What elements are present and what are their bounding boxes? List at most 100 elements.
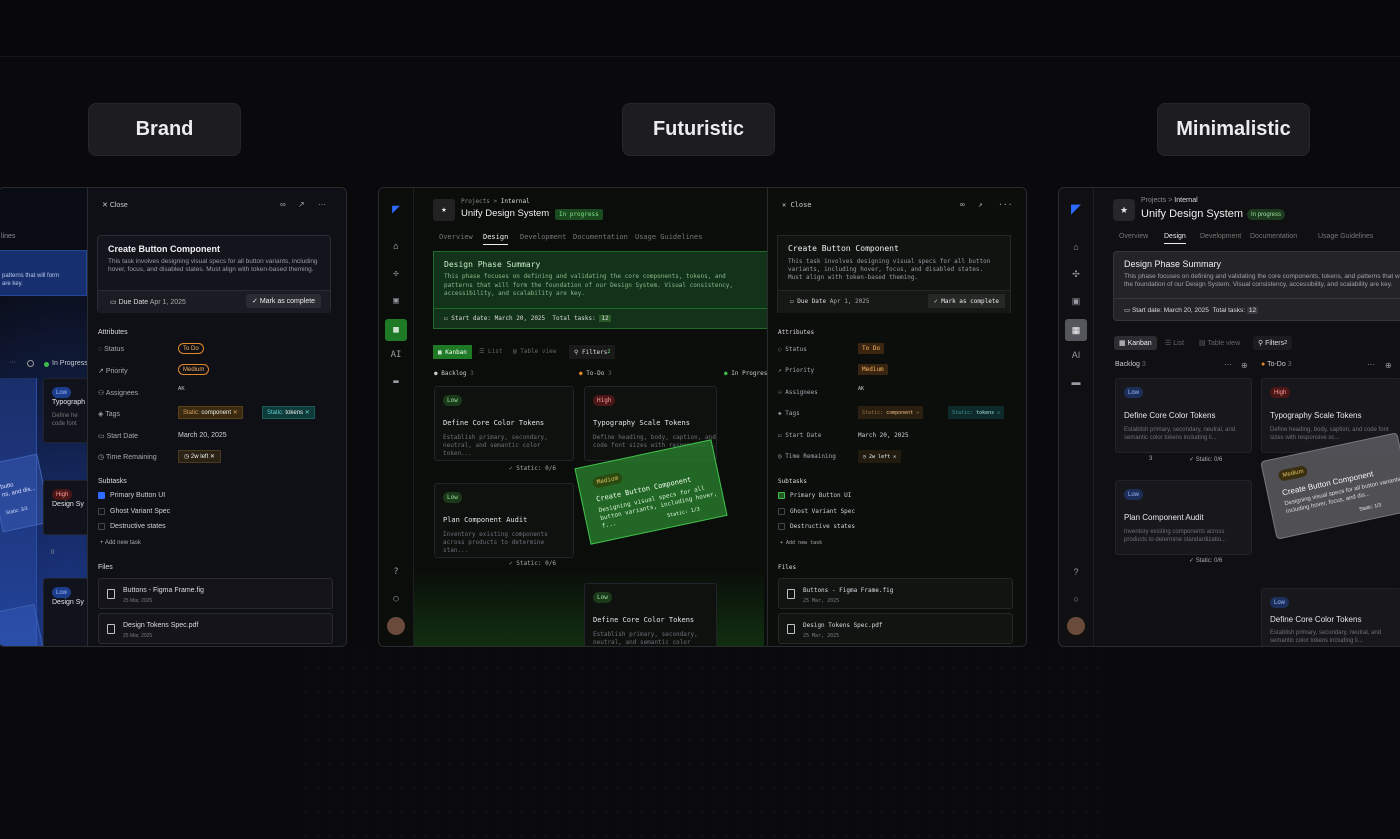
- help-icon[interactable]: ?: [1067, 563, 1085, 581]
- subtask-checkbox-1[interactable]: [778, 492, 785, 499]
- start-date-label: ▭ Start Date: [98, 433, 139, 440]
- view-kanban[interactable]: ▦ Kanban: [1114, 336, 1157, 350]
- card-footer-static: ✓ Static: 0/6: [509, 465, 556, 472]
- components-icon[interactable]: ✣: [1067, 265, 1085, 283]
- home-icon[interactable]: ⌂: [1067, 238, 1085, 256]
- projects-icon[interactable]: ▦: [385, 319, 407, 341]
- more-icon[interactable]: ···: [9, 359, 16, 366]
- view-table[interactable]: ▤ Table view: [513, 348, 556, 355]
- tag-tokens[interactable]: Static: tokens ✕: [948, 406, 1005, 419]
- projects-icon[interactable]: ▦: [1065, 319, 1087, 341]
- view-list[interactable]: ☰ List: [1165, 339, 1184, 347]
- external-link-icon[interactable]: ↗: [298, 200, 305, 209]
- more-icon[interactable]: ···: [998, 200, 1012, 209]
- avatar-group[interactable]: AK: [858, 386, 864, 392]
- help-icon[interactable]: ?: [387, 563, 405, 581]
- tab-documentation[interactable]: Documentation: [1250, 233, 1297, 240]
- file-item-2[interactable]: Design Tokens Spec.pdf 25 Mar, 2025: [98, 613, 333, 644]
- add-task-button[interactable]: + Add new task: [100, 540, 141, 546]
- card-define-core-color-tokens-2[interactable]: Low Define Core Color Tokens Establish p…: [1261, 588, 1400, 646]
- file-item-1[interactable]: Buttons - Figma Frame.fig 25 Mar, 2025: [98, 578, 333, 609]
- breadcrumb[interactable]: Projects > Internal: [1141, 197, 1198, 204]
- tab-design[interactable]: Design: [483, 233, 509, 245]
- home-icon[interactable]: ⌂: [387, 238, 405, 256]
- file-item-2[interactable]: Design Tokens Spec.pdf 25 Mar, 2025: [778, 613, 1013, 644]
- close-button[interactable]: ✕ Close: [102, 201, 128, 209]
- mark-complete-button[interactable]: ✓ Mark as complete: [246, 294, 322, 308]
- view-kanban[interactable]: ▦ Kanban: [433, 345, 472, 359]
- card-plan-component-audit[interactable]: Low Plan Component Audit Inventory exist…: [1115, 480, 1252, 555]
- time-remaining-label: ◷ Time Remaining: [98, 454, 157, 461]
- card-typography-fragment[interactable]: Low Typograph Define he code font: [43, 378, 91, 443]
- card-define-core-color-tokens[interactable]: Low Define Core Color Tokens Establish p…: [434, 386, 574, 461]
- filters-button[interactable]: ⚲ Filters 2: [1253, 336, 1293, 350]
- card-footer-static-2: ✓ Static: 0/6: [509, 560, 556, 567]
- tab-documentation[interactable]: Documentation: [573, 233, 628, 241]
- subtask-checkbox-1[interactable]: [98, 492, 105, 499]
- tab-overview[interactable]: Overview: [1119, 233, 1148, 240]
- priority-badge[interactable]: Medium: [858, 364, 888, 375]
- settings-icon[interactable]: ○: [387, 590, 405, 608]
- add-icon[interactable]: ⊕: [1385, 361, 1392, 370]
- breadcrumb[interactable]: Projects > Internal: [461, 198, 530, 205]
- card-plan-component-audit[interactable]: Low Plan Component Audit Inventory exist…: [434, 483, 574, 558]
- more-icon[interactable]: ···: [1224, 360, 1232, 369]
- bot-icon[interactable]: ▣: [1067, 292, 1085, 310]
- tag-tokens[interactable]: Static: tokens ✕: [262, 406, 315, 419]
- bot-icon[interactable]: ▣: [387, 292, 405, 310]
- card-define-core-color-tokens[interactable]: Low Define Core Color Tokens Establish p…: [1115, 378, 1252, 453]
- link-icon[interactable]: ∞: [960, 200, 965, 209]
- ai-icon[interactable]: AI: [1067, 346, 1085, 364]
- subtasks-heading: Subtasks: [98, 478, 127, 485]
- mark-complete-button[interactable]: ✓ Mark as complete: [928, 294, 1006, 308]
- more-icon[interactable]: ···: [1367, 360, 1375, 369]
- view-list[interactable]: ☰ List: [479, 348, 502, 355]
- filters-button[interactable]: ⚲ Filters 2: [569, 345, 616, 359]
- settings-icon[interactable]: ○: [1067, 590, 1085, 608]
- file-item-1[interactable]: Buttons - Figma Frame.fig 25 Mar, 2025: [778, 578, 1013, 609]
- status-badge[interactable]: To Do: [178, 343, 204, 354]
- time-remaining-badge[interactable]: ◷ 2w left ✕: [178, 450, 221, 463]
- components-icon[interactable]: ✣: [387, 265, 405, 283]
- add-icon[interactable]: [27, 360, 34, 367]
- column-todo: ● To-Do 3: [1261, 361, 1292, 368]
- subtask-checkbox-3[interactable]: [98, 523, 105, 530]
- add-icon[interactable]: ⊕: [1241, 361, 1248, 370]
- label-minimalistic: Minimalistic: [1157, 103, 1310, 156]
- column-backlog: ● Backlog 3: [434, 370, 474, 377]
- ai-icon[interactable]: AI: [387, 346, 405, 364]
- card-design-system-fragment-2[interactable]: Low Design Sy: [43, 578, 91, 646]
- more-icon[interactable]: ···: [318, 200, 326, 209]
- subtask-checkbox-3[interactable]: [778, 523, 785, 530]
- subtask-checkbox-2[interactable]: [778, 508, 785, 515]
- sidebar: ◤ ⌂ ✣ ▣ ▦ AI ▬ ? ○: [1059, 188, 1094, 646]
- external-link-icon[interactable]: ↗: [978, 200, 983, 209]
- assignees-label: ⚇ Assignees: [778, 389, 818, 396]
- priority-badge[interactable]: Medium: [178, 364, 210, 375]
- tab-usage-guidelines[interactable]: Usage Guidelines: [635, 233, 702, 241]
- subtask-checkbox-2[interactable]: [98, 508, 105, 515]
- tab-development[interactable]: Development: [520, 233, 566, 241]
- task-detail-pane: ✕ Close ∞ ↗ ··· Create Button Component …: [767, 188, 1026, 646]
- priority-label: ↗ Priority: [98, 368, 128, 375]
- tag-component[interactable]: Static: component ✕: [178, 406, 243, 419]
- chat-icon[interactable]: ▬: [1067, 373, 1085, 391]
- tag-component[interactable]: Static: component ✕: [858, 406, 924, 419]
- user-avatar[interactable]: [387, 617, 405, 635]
- tab-usage-guidelines[interactable]: Usage Guidelines: [1318, 233, 1373, 240]
- summary-title: Design Phase Summary: [444, 260, 541, 269]
- add-task-button[interactable]: + Add new task: [780, 540, 822, 546]
- tab-development[interactable]: Development: [1200, 233, 1241, 240]
- card-define-core-color-tokens-2[interactable]: Low Define Core Color Tokens Establish p…: [584, 583, 717, 646]
- user-avatar[interactable]: [1067, 617, 1085, 635]
- tab-design[interactable]: Design: [1164, 233, 1186, 244]
- link-icon[interactable]: ∞: [280, 200, 286, 209]
- close-button[interactable]: ✕ Close: [782, 201, 812, 209]
- card-design-system-fragment[interactable]: High Design Sy: [43, 480, 91, 535]
- time-remaining-badge[interactable]: ◷ 2w left ✕: [858, 450, 902, 463]
- tab-overview[interactable]: Overview: [439, 233, 473, 241]
- view-table[interactable]: ▤ Table view: [1199, 339, 1240, 347]
- avatar-group[interactable]: AK: [178, 386, 185, 397]
- status-badge[interactable]: To Do: [858, 343, 885, 354]
- chat-icon[interactable]: ▬: [387, 373, 405, 391]
